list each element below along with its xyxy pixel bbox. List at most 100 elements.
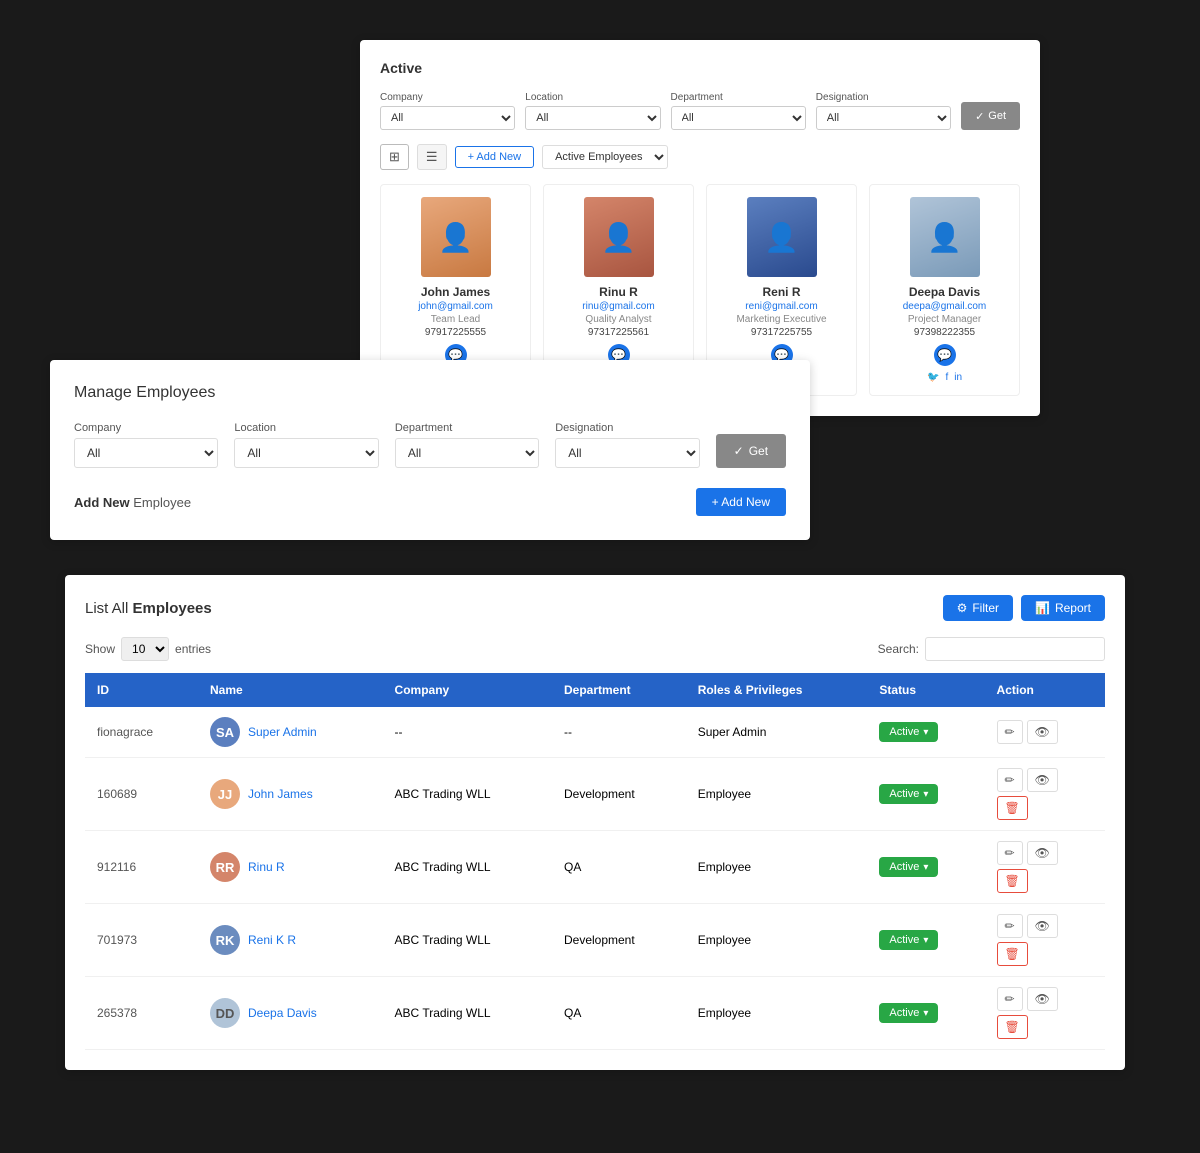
- grid-view-button[interactable]: ⊞: [380, 144, 409, 170]
- view-button[interactable]: 👁: [1027, 914, 1058, 938]
- cell-company: ABC Trading WLL: [383, 758, 552, 831]
- edit-button[interactable]: ✏: [997, 720, 1023, 744]
- employee-name-link[interactable]: Rinu R: [248, 860, 285, 874]
- john-name: John James: [389, 285, 522, 299]
- check-icon-manage: ✓: [734, 444, 744, 458]
- cell-status: Active: [867, 977, 984, 1050]
- manage-location-label: Location: [234, 422, 378, 434]
- edit-button[interactable]: ✏: [997, 841, 1023, 865]
- card-department-select[interactable]: All: [671, 106, 806, 130]
- card-designation-select[interactable]: All: [816, 106, 951, 130]
- cell-roles: Employee: [686, 977, 868, 1050]
- col-action: Action: [985, 673, 1105, 707]
- cell-department: QA: [552, 831, 686, 904]
- card-department-filter: Department All: [671, 92, 806, 130]
- filter-settings-icon: ⚙: [957, 601, 968, 615]
- action-bottom-row: 🗑: [997, 1015, 1093, 1039]
- card-add-new-button[interactable]: + Add New: [455, 146, 535, 168]
- manage-company-select[interactable]: All: [74, 438, 218, 468]
- action-top-row: ✏👁: [997, 841, 1093, 865]
- emp-card-deepa: 👤 Deepa Davis deepa@gmail.com Project Ma…: [869, 184, 1020, 396]
- view-button[interactable]: 👁: [1027, 841, 1058, 865]
- table-row: 912116RRRinu RABC Trading WLLQAEmployeeA…: [85, 831, 1105, 904]
- manage-designation-filter: Designation All: [555, 422, 699, 468]
- cell-company: ABC Trading WLL: [383, 977, 552, 1050]
- cell-name: SASuper Admin: [198, 707, 383, 758]
- card-company-select[interactable]: All: [380, 106, 515, 130]
- name-avatar: DD: [210, 998, 240, 1028]
- search-input[interactable]: [925, 637, 1105, 661]
- cell-department: QA: [552, 977, 686, 1050]
- col-department: Department: [552, 673, 686, 707]
- status-badge[interactable]: Active: [879, 857, 938, 877]
- delete-button[interactable]: 🗑: [997, 1015, 1028, 1039]
- card-get-button[interactable]: ✓ Get: [961, 102, 1020, 130]
- delete-button[interactable]: 🗑: [997, 796, 1028, 820]
- manage-designation-select[interactable]: All: [555, 438, 699, 468]
- deepa-email: deepa@gmail.com: [878, 301, 1011, 312]
- view-button[interactable]: 👁: [1027, 987, 1058, 1011]
- action-top-row: ✏👁: [997, 768, 1093, 792]
- edit-button[interactable]: ✏: [997, 768, 1023, 792]
- add-new-row: Add New Employee + Add New: [74, 488, 786, 516]
- cell-roles: Super Admin: [686, 707, 868, 758]
- manage-filter-row: Company All Location All Department All …: [74, 422, 786, 468]
- status-badge[interactable]: Active: [879, 1003, 938, 1023]
- deepa-linkedin-icon[interactable]: in: [954, 372, 962, 383]
- delete-button[interactable]: 🗑: [997, 942, 1028, 966]
- deepa-chat-bubble-icon[interactable]: 💬: [934, 344, 956, 366]
- action-buttons: ✏👁 🗑: [997, 768, 1093, 820]
- list-report-button[interactable]: 📊 Report: [1021, 595, 1105, 621]
- col-company: Company: [383, 673, 552, 707]
- card-department-label: Department: [671, 92, 806, 103]
- card-status-select[interactable]: Active Employees: [542, 145, 668, 169]
- john-phone: 97917225555: [389, 327, 522, 338]
- list-view-button[interactable]: ☰: [417, 144, 447, 170]
- status-badge[interactable]: Active: [879, 930, 938, 950]
- manage-department-select[interactable]: All: [395, 438, 539, 468]
- deepa-facebook-icon[interactable]: f: [945, 372, 948, 383]
- deepa-chat-icon: 💬: [878, 344, 1011, 366]
- list-filter-button[interactable]: ⚙ Filter: [943, 595, 1013, 621]
- card-toolbar-row: ⊞ ☰ + Add New Active Employees: [380, 144, 1020, 170]
- rinu-role: Quality Analyst: [552, 314, 685, 325]
- reni-phone: 97317225755: [715, 327, 848, 338]
- search-box: Search:: [878, 637, 1105, 661]
- employee-name-link[interactable]: Reni K R: [248, 933, 296, 947]
- cell-roles: Employee: [686, 904, 868, 977]
- employee-name-link[interactable]: John James: [248, 787, 313, 801]
- manage-designation-label: Designation: [555, 422, 699, 434]
- table-row: fionagraceSASuper Admin----Super AdminAc…: [85, 707, 1105, 758]
- cell-name: RR Rinu R: [198, 831, 383, 904]
- delete-button[interactable]: 🗑: [997, 869, 1028, 893]
- add-new-employee-button[interactable]: + Add New: [696, 488, 786, 516]
- name-cell-content: RKReni K R: [210, 925, 371, 955]
- status-badge[interactable]: Active: [879, 722, 938, 742]
- check-icon: ✓: [975, 110, 984, 123]
- name-cell-content: RR Rinu R: [210, 852, 371, 882]
- report-chart-icon: 📊: [1035, 601, 1050, 615]
- name-avatar: RR: [210, 852, 240, 882]
- action-bottom-row: 🗑: [997, 796, 1093, 820]
- card-location-select[interactable]: All: [525, 106, 660, 130]
- table-row: 265378DDDeepa DavisABC Trading WLLQAEmpl…: [85, 977, 1105, 1050]
- action-top-row: ✏👁: [997, 987, 1093, 1011]
- edit-button[interactable]: ✏: [997, 987, 1023, 1011]
- entries-count-select[interactable]: 10: [121, 637, 169, 661]
- rinu-phone: 97317225561: [552, 327, 685, 338]
- card-company-filter: Company All: [380, 92, 515, 130]
- name-cell-content: DD Deepa Davis: [210, 998, 371, 1028]
- cell-name: JJJohn James: [198, 758, 383, 831]
- employee-name-link[interactable]: Deepa Davis: [248, 1006, 317, 1020]
- cell-department: Development: [552, 904, 686, 977]
- deepa-phone: 97398222355: [878, 327, 1011, 338]
- deepa-twitter-icon[interactable]: 🐦: [927, 372, 939, 383]
- status-badge[interactable]: Active: [879, 784, 938, 804]
- view-button[interactable]: 👁: [1027, 720, 1058, 744]
- edit-button[interactable]: ✏: [997, 914, 1023, 938]
- manage-get-button[interactable]: ✓ Get: [716, 434, 786, 468]
- show-entries-control: Show 10 entries: [85, 637, 211, 661]
- view-button[interactable]: 👁: [1027, 768, 1058, 792]
- manage-location-select[interactable]: All: [234, 438, 378, 468]
- employee-name-link[interactable]: Super Admin: [248, 725, 317, 739]
